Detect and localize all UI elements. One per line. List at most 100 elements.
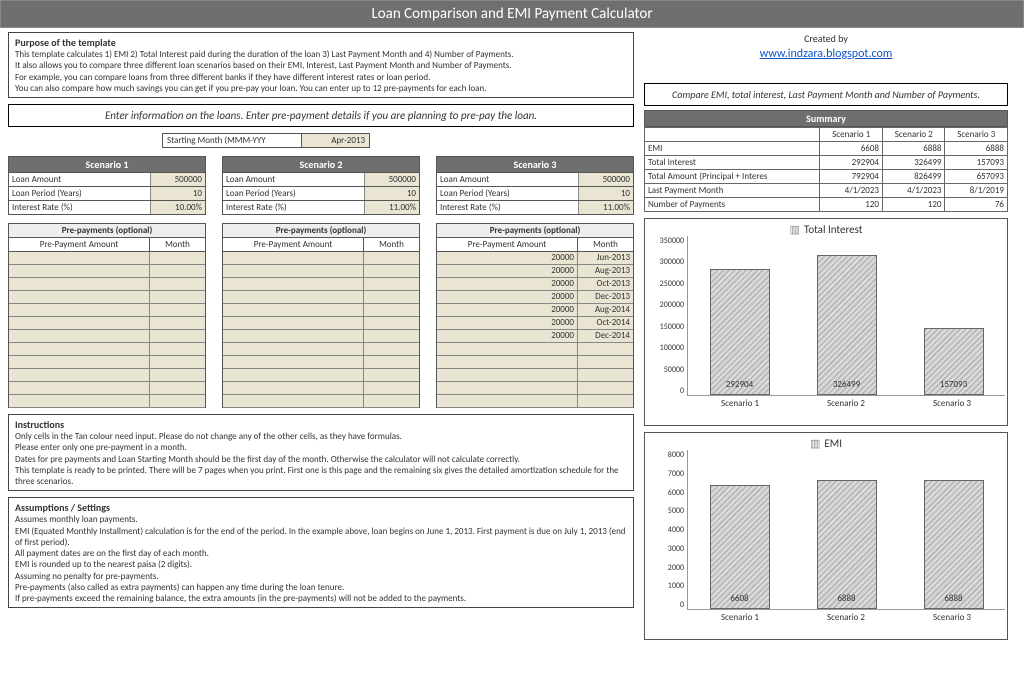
chart-emi: EMI8000700060005000400030002000100006608… — [644, 432, 1008, 640]
scenario-3: Scenario 3Loan Amount500000Loan Period (… — [436, 156, 634, 215]
prepayment-row[interactable] — [437, 395, 633, 408]
summary-value: 326499 — [882, 156, 945, 170]
interest-rate-input[interactable]: 11.00% — [364, 201, 419, 214]
prepayment-row[interactable]: 20000Aug-2013 — [437, 265, 633, 278]
asm-l6: Pre-payments (also called as extra payme… — [15, 582, 627, 593]
prepayment-row[interactable] — [9, 330, 205, 343]
interest-rate-input[interactable]: 11.00% — [578, 201, 633, 214]
website-link[interactable]: www.indzara.blogspot.com — [644, 47, 1008, 61]
prepayment-row[interactable] — [9, 304, 205, 317]
summary-col-3: Scenario 3 — [945, 128, 1008, 142]
prepayment-row[interactable] — [223, 304, 419, 317]
loan-amount-input[interactable]: 500000 — [578, 173, 633, 186]
purpose-l4: You can also compare how much savings yo… — [15, 83, 627, 94]
prepayment-row[interactable] — [9, 252, 205, 265]
prepayment-row[interactable] — [223, 317, 419, 330]
prepayment-row[interactable] — [437, 369, 633, 382]
prepayment-row[interactable] — [223, 343, 419, 356]
interest-rate-label: Interest Rate (%) — [223, 201, 364, 214]
chart-title: Total Interest — [647, 223, 1005, 236]
prepayment-row[interactable]: 20000Dec-2013 — [437, 291, 633, 304]
summary-value: 4/1/2023 — [882, 184, 945, 198]
summary-value: 76 — [945, 198, 1008, 212]
asm-l1: Assumes monthly loan payments. — [15, 514, 627, 525]
summary-table: Scenario 1 Scenario 2 Scenario 3 EMI6608… — [644, 127, 1008, 212]
prepayment-row[interactable] — [223, 291, 419, 304]
loan-period-label: Loan Period (Years) — [437, 187, 578, 200]
instr-l3: Dates for pre payments and Loan Starting… — [15, 454, 627, 465]
summary-row-label: EMI — [645, 142, 820, 156]
prepayment-row[interactable] — [9, 382, 205, 395]
created-by-label: Created by — [644, 32, 1008, 45]
summary-row-label: Total Amount (Principal + Interes — [645, 170, 820, 184]
summary-row-label: Last Payment Month — [645, 184, 820, 198]
chart-y-axis: 3500003000002500002000001500001000005000… — [647, 236, 687, 396]
purpose-heading: Purpose of the template — [15, 36, 116, 49]
loan-amount-input[interactable]: 500000 — [364, 173, 419, 186]
loan-amount-input[interactable]: 500000 — [150, 173, 205, 186]
prepayment-title: Pre-payments (optional) — [8, 223, 206, 238]
prepayment-row[interactable] — [437, 343, 633, 356]
prepayment-amount-header: Pre-Payment Amount — [9, 238, 150, 251]
prepayment-row[interactable] — [223, 356, 419, 369]
prepayment-row[interactable] — [223, 278, 419, 291]
prepayment-row[interactable] — [437, 382, 633, 395]
loan-period-input[interactable]: 10 — [578, 187, 633, 200]
prepayment-row[interactable] — [223, 369, 419, 382]
chart-bar: 326499 — [817, 255, 877, 395]
prepayment-row[interactable]: 20000Jun-2013 — [437, 252, 633, 265]
asm-l3: All payment dates are on the first day o… — [15, 548, 627, 559]
asm-l7: If pre-payments exceed the remaining bal… — [15, 593, 627, 604]
prepayment-row[interactable] — [9, 278, 205, 291]
compare-info-box: Compare EMI, total interest, Last Paymen… — [644, 83, 1008, 106]
prepayment-row[interactable] — [9, 317, 205, 330]
summary-row: Total Amount (Principal + Interes7929048… — [645, 170, 1008, 184]
prepayment-row[interactable] — [223, 252, 419, 265]
prepayment-row[interactable] — [9, 265, 205, 278]
prepayment-row[interactable] — [223, 330, 419, 343]
summary-row: EMI660868886888 — [645, 142, 1008, 156]
loan-amount-label: Loan Amount — [9, 173, 150, 186]
chart-x-label: Scenario 2 — [793, 396, 899, 409]
instr-l2: Please enter only one pre-payment in a m… — [15, 442, 627, 453]
prepayment-row[interactable]: 20000Oct-2014 — [437, 317, 633, 330]
chart-x-label: Scenario 2 — [793, 610, 899, 623]
prepayment-row[interactable] — [9, 291, 205, 304]
prepayment-row[interactable] — [223, 382, 419, 395]
prepayment-row[interactable] — [223, 265, 419, 278]
summary-row: Number of Payments12012076 — [645, 198, 1008, 212]
summary-value: 792904 — [820, 170, 883, 184]
summary-value: 826499 — [882, 170, 945, 184]
prepayment-row[interactable] — [9, 343, 205, 356]
prepayment-row[interactable] — [223, 395, 419, 408]
chart-x-label: Scenario 3 — [899, 610, 1005, 623]
chart-bar: 157093 — [924, 328, 984, 395]
chart-y-axis: 800070006000500040003000200010000 — [647, 450, 687, 610]
prepayment-row[interactable] — [9, 395, 205, 408]
prepayment-row[interactable]: 20000Dec-2014 — [437, 330, 633, 343]
interest-rate-input[interactable]: 10.00% — [150, 201, 205, 214]
loan-period-input[interactable]: 10 — [364, 187, 419, 200]
prepayment-row[interactable]: 20000Aug-2014 — [437, 304, 633, 317]
prepayment-row[interactable]: 20000Oct-2013 — [437, 278, 633, 291]
prepayment-amount-header: Pre-Payment Amount — [437, 238, 578, 251]
prepayment-row[interactable] — [9, 369, 205, 382]
loan-period-label: Loan Period (Years) — [223, 187, 364, 200]
starting-month-input[interactable]: Apr-2013 — [302, 133, 370, 148]
prepayment-title: Pre-payments (optional) — [436, 223, 634, 238]
loan-period-input[interactable]: 10 — [150, 187, 205, 200]
chart-total-interest: Total Interest35000030000025000020000015… — [644, 218, 1008, 426]
prepayment-row[interactable] — [437, 356, 633, 369]
chart-bar: 292904 — [710, 269, 770, 395]
summary-row: Total Interest292904326499157093 — [645, 156, 1008, 170]
asm-l4: EMI is rounded up to the nearest paisa (… — [15, 559, 627, 570]
loan-amount-label: Loan Amount — [437, 173, 578, 186]
summary-value: 6888 — [882, 142, 945, 156]
chart-x-label: Scenario 1 — [687, 610, 793, 623]
summary-col-1: Scenario 1 — [820, 128, 883, 142]
interest-rate-label: Interest Rate (%) — [9, 201, 150, 214]
scenario-header: Scenario 2 — [222, 156, 420, 173]
prepayment-row[interactable] — [9, 356, 205, 369]
instr-l1: Only cells in the Tan colour need input.… — [15, 431, 627, 442]
summary-value: 8/1/2019 — [945, 184, 1008, 198]
